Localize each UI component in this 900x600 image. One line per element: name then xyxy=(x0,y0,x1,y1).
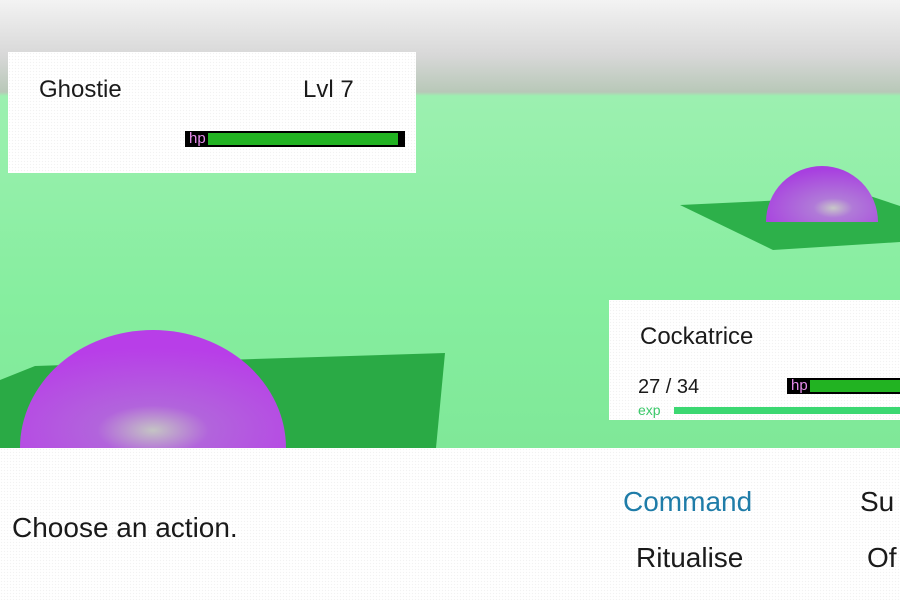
player-name: Cockatrice xyxy=(640,323,754,350)
player-hp-fill xyxy=(809,380,900,392)
enemy-status-panel: Ghostie Lvl 7 hp xyxy=(8,52,416,173)
action-ritualise[interactable]: Ritualise xyxy=(636,542,743,574)
player-status-panel: Cockatrice 27 / 34 hp exp xyxy=(609,300,900,420)
player-exp-bar xyxy=(674,407,900,414)
enemy-creature xyxy=(766,166,878,222)
player-creature xyxy=(20,330,286,448)
player-hp-bar: hp xyxy=(787,378,900,394)
player-hp-text: 27 / 34 xyxy=(638,376,700,398)
player-exp-label: exp xyxy=(638,402,661,418)
enemy-level: Lvl 7 xyxy=(303,76,354,103)
action-of[interactable]: Of xyxy=(867,542,897,574)
player-hp-label: hp xyxy=(789,377,810,394)
action-dialog: Choose an action. Command Su Ritualise O… xyxy=(0,448,900,600)
enemy-hp-label: hp xyxy=(187,130,208,147)
action-command[interactable]: Command xyxy=(623,486,752,518)
enemy-name: Ghostie xyxy=(39,76,122,103)
enemy-hp-fill xyxy=(207,133,398,145)
action-prompt: Choose an action. xyxy=(12,512,238,543)
enemy-hp-bar: hp xyxy=(185,131,405,147)
action-su[interactable]: Su xyxy=(860,486,894,518)
